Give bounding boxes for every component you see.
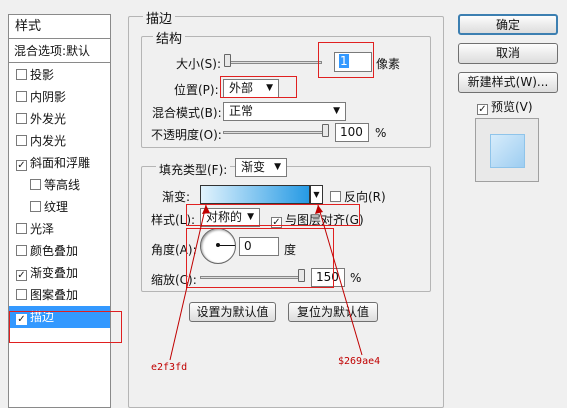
annotation-start-color: e2f3fd xyxy=(151,362,188,373)
checkbox-checked-icon[interactable]: ✓ xyxy=(477,104,488,115)
annotation-end-color: $269ae4 xyxy=(338,356,381,367)
preview-swatch xyxy=(490,134,525,168)
cancel-button[interactable]: 取消 xyxy=(458,43,558,64)
preview-checkbox[interactable]: ✓ 预览(V) xyxy=(477,98,533,115)
preview-thumbnail xyxy=(475,118,539,182)
new-style-button[interactable]: 新建样式(W)... xyxy=(458,72,558,93)
ok-button[interactable]: 确定 xyxy=(458,14,558,35)
